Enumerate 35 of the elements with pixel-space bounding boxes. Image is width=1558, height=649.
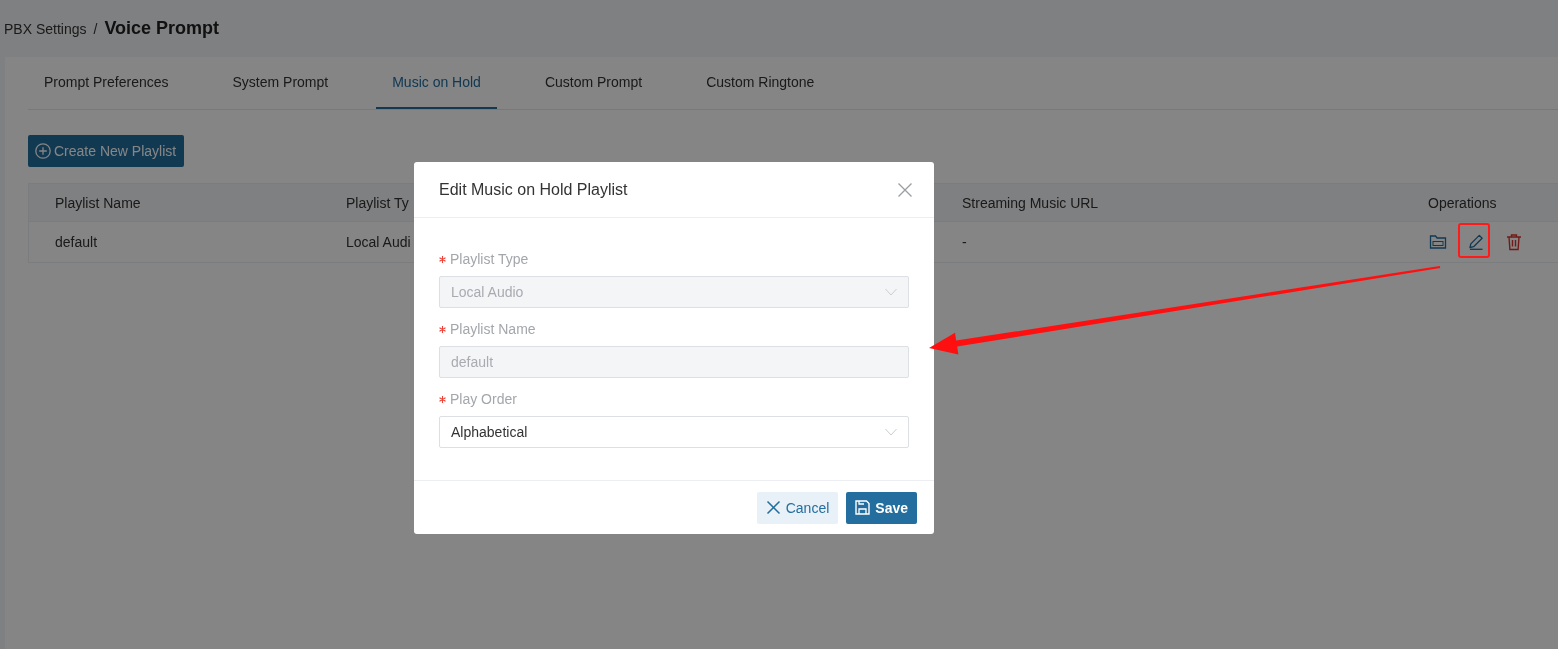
field-label: Playlist Type	[450, 251, 529, 267]
breadcrumb-link[interactable]: PBX Settings	[4, 20, 87, 37]
column-header: Playlist Name	[55, 194, 141, 211]
close-button[interactable]	[897, 181, 913, 198]
field-label: Play Order	[450, 391, 517, 407]
page-title: Voice Prompt	[104, 18, 220, 39]
table-cell: default	[55, 234, 98, 250]
chevron-down-icon	[885, 288, 897, 296]
create-playlist-button[interactable]: Create New Playlist	[28, 135, 185, 167]
select-field: Local Audio	[439, 276, 909, 308]
cancel-button[interactable]: Cancel	[756, 491, 839, 524]
breadcrumb-separator: /	[93, 20, 98, 37]
save-button[interactable]: Save	[846, 491, 917, 524]
tab[interactable]: Custom Prompt	[528, 57, 659, 109]
column-header: Streaming Music URL	[962, 194, 1099, 211]
select-field[interactable]: Alphabetical	[439, 416, 909, 448]
tab[interactable]: Custom Ringtone	[690, 57, 831, 109]
table-cell: Local Audi	[346, 234, 411, 250]
table-cell: -	[962, 234, 967, 250]
pencil-icon[interactable]	[1467, 233, 1485, 251]
plus-circle-icon	[35, 143, 51, 159]
column-header: Operations	[1428, 194, 1497, 211]
tab[interactable]: System Prompt	[216, 57, 345, 109]
field-label: Playlist Name	[450, 321, 536, 337]
highlight-frame	[1458, 223, 1490, 258]
input-field: default	[439, 346, 909, 378]
trash-icon[interactable]	[1505, 233, 1523, 251]
close-icon	[897, 181, 913, 198]
tab[interactable]: Music on Hold	[376, 57, 497, 109]
folder-icon[interactable]	[1429, 233, 1447, 251]
chevron-down-icon	[885, 428, 897, 436]
close-icon	[765, 500, 781, 515]
column-header: Playlist Ty	[346, 194, 409, 211]
dialog-title: Edit Music on Hold Playlist	[439, 180, 628, 199]
tab[interactable]: Prompt Preferences	[28, 57, 185, 109]
